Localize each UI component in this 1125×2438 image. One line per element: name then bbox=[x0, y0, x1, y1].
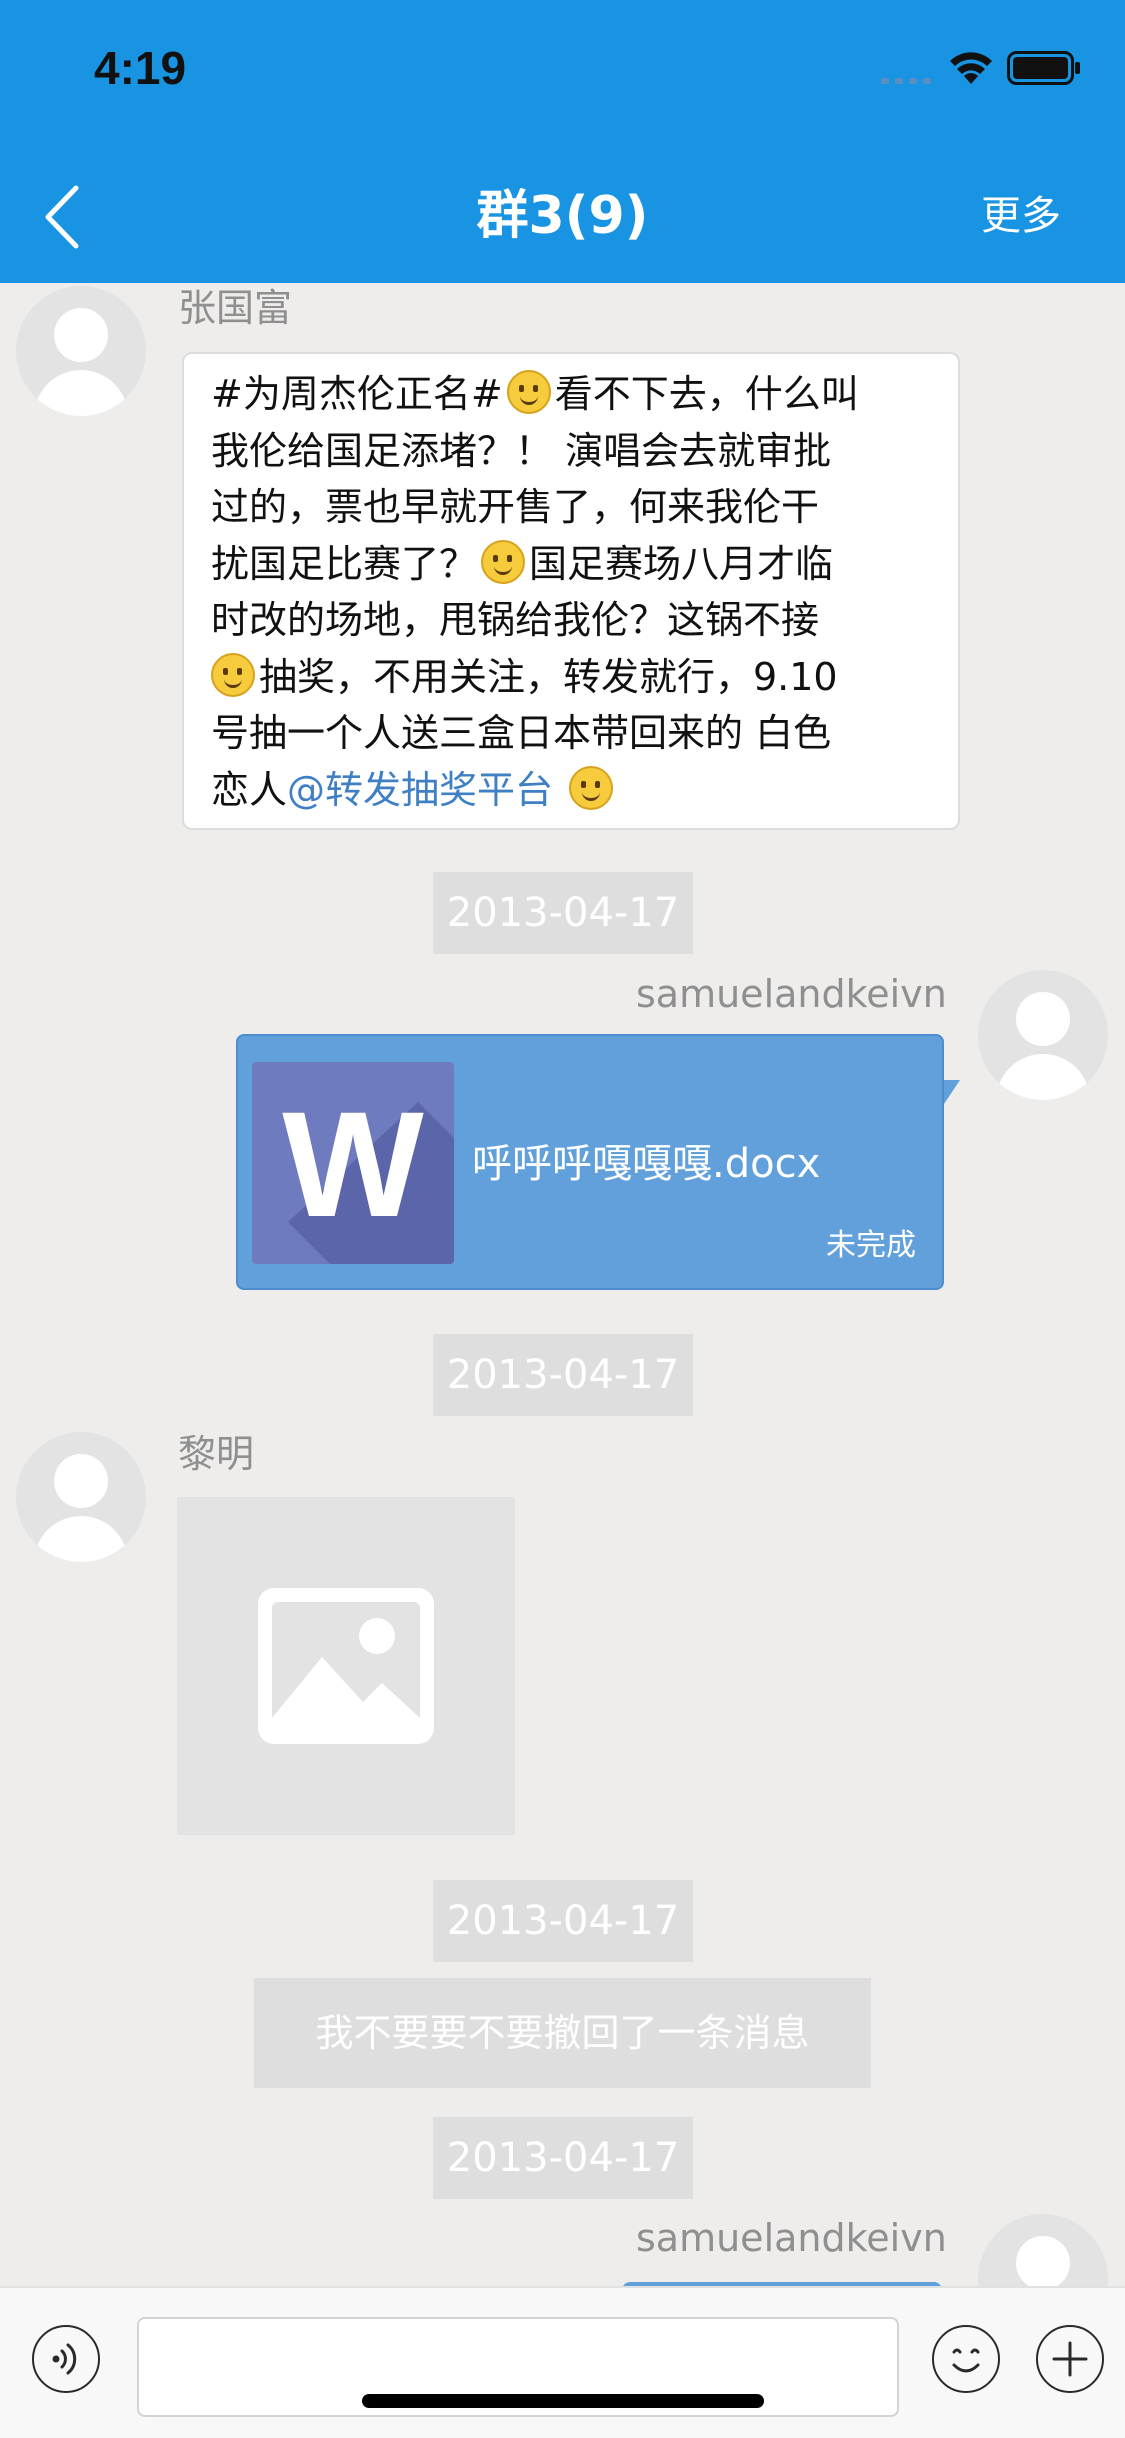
home-indicator bbox=[362, 2394, 764, 2408]
message-line: 号抽一个人送三盒日本带回来的 白色 bbox=[211, 711, 832, 755]
emoji-button[interactable] bbox=[932, 2325, 1000, 2393]
timestamp-chip: 2013-04-17 bbox=[433, 1880, 693, 1962]
avatar[interactable] bbox=[978, 970, 1108, 1100]
message-line: 抽奖，不用关注，转发就行，9.10 bbox=[211, 649, 933, 706]
image-placeholder-icon bbox=[258, 1588, 434, 1744]
thinking-emoji-icon bbox=[569, 765, 614, 810]
plus-icon bbox=[1052, 2341, 1088, 2377]
smile-emoji-icon bbox=[211, 652, 255, 697]
wifi-icon bbox=[950, 52, 992, 84]
thinking-emoji-icon bbox=[506, 370, 551, 414]
voice-icon bbox=[52, 2343, 77, 2375]
mention-link[interactable]: @转发抽奖平台 bbox=[287, 768, 553, 812]
avatar[interactable] bbox=[16, 1432, 146, 1562]
timestamp-chip: 2013-04-17 bbox=[433, 2117, 693, 2199]
sender-name: samuelandkeivn bbox=[636, 2216, 947, 2260]
battery-icon bbox=[1007, 51, 1080, 85]
image-message[interactable] bbox=[177, 1497, 515, 1835]
chat-title: 群3(9) bbox=[476, 186, 649, 246]
smile-emoji-icon bbox=[481, 539, 526, 584]
file-message-bubble[interactable]: W 呼呼呼嘎嘎嘎.docx 未完成 bbox=[236, 1034, 944, 1290]
voice-button[interactable] bbox=[32, 2325, 100, 2393]
back-button[interactable] bbox=[38, 182, 94, 252]
emoji-icon bbox=[952, 2348, 980, 2373]
status-icons bbox=[881, 48, 1081, 92]
message-line: 时改的场地，甩锅给我伦？这锅不接 bbox=[211, 598, 820, 642]
status-time: 4:19 bbox=[94, 42, 187, 94]
timestamp-chip: 2013-04-17 bbox=[433, 1334, 693, 1416]
message-line: 我伦给国足添堵？！ 演唱会去就审批 bbox=[211, 428, 832, 473]
timestamp-chip: 2013-04-17 bbox=[433, 872, 693, 954]
message-line: 恋人@转发抽奖平台 bbox=[211, 762, 933, 819]
message-line: 过的，票也早就开售了，何来我伦干 bbox=[211, 485, 820, 529]
message-line: #为周杰伦正名# 看不下去，什么叫 bbox=[211, 370, 859, 416]
more-button[interactable]: 更多 bbox=[981, 186, 1061, 246]
message-line: 扰国足比赛了？ 国足赛场八月才临 bbox=[211, 539, 834, 586]
file-status: 未完成 bbox=[826, 1228, 916, 1263]
recall-notice: 我不要要不要撤回了一条消息 bbox=[254, 1978, 871, 2088]
sender-name: 张国富 bbox=[178, 286, 293, 330]
avatar[interactable] bbox=[16, 286, 146, 416]
sender-name: samuelandkeivn bbox=[636, 972, 947, 1016]
add-button[interactable] bbox=[1036, 2325, 1104, 2393]
sender-name: 黎明 bbox=[178, 1432, 255, 1476]
text-message-bubble[interactable]: #为周杰伦正名# 看不下去，什么叫 我伦给国足添堵？！ 演唱会去就审批 过的，票也… bbox=[182, 352, 960, 830]
chevron-left-icon bbox=[45, 185, 79, 249]
file-name: 呼呼呼嘎嘎嘎.docx bbox=[472, 1141, 821, 1187]
word-document-icon: W bbox=[252, 1062, 454, 1264]
header-bar: 4:19 群3(9) 更多 bbox=[0, 0, 1125, 283]
signal-icon bbox=[881, 78, 931, 84]
